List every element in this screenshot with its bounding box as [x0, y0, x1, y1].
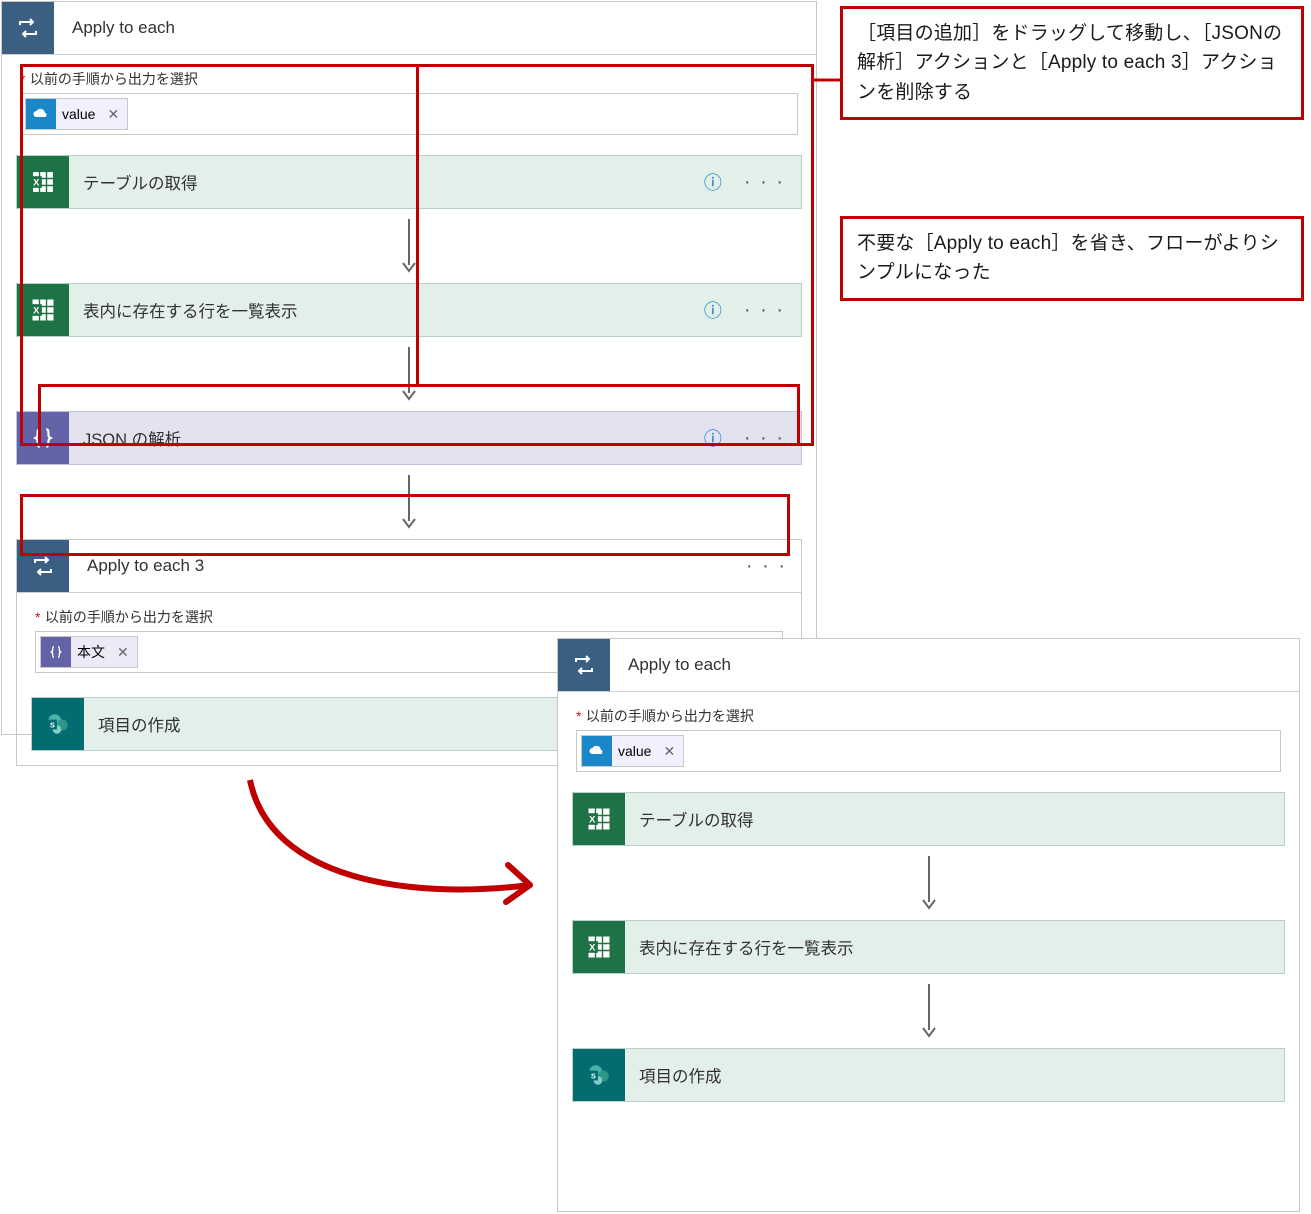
token-text: value [62, 106, 95, 122]
scope-title: Apply to each 3 [69, 556, 204, 576]
scope-body: * 以前の手順から出力を選択 value ✕ [2, 55, 816, 149]
connector-arrow [558, 854, 1299, 912]
action-get-tables[interactable]: X テーブルの取得 [572, 792, 1285, 846]
action-title: 項目の作成 [84, 712, 181, 736]
connector-arrow [558, 982, 1299, 1040]
excel-icon: X [573, 921, 625, 973]
help-icon[interactable]: ⓘ [704, 169, 722, 195]
action-list-rows[interactable]: X 表内に存在する行を一覧表示 [572, 920, 1285, 974]
connector-arrow [2, 473, 816, 531]
dynamic-token-value[interactable]: value ✕ [25, 98, 128, 130]
action-parse-json[interactable]: JSON の解析 ⓘ · · · [16, 411, 802, 465]
svg-text:X: X [33, 178, 40, 188]
output-select-input[interactable]: value ✕ [576, 730, 1281, 772]
sharepoint-icon: S [32, 698, 84, 750]
action-title: 項目の作成 [625, 1063, 722, 1087]
more-icon[interactable]: · · · [746, 555, 787, 578]
svg-text:S: S [50, 720, 55, 729]
more-icon[interactable]: · · · [744, 171, 785, 194]
action-list-rows[interactable]: X 表内に存在する行を一覧表示 ⓘ · · · [16, 283, 802, 337]
dynamic-token-value[interactable]: value ✕ [581, 735, 684, 767]
loop-icon [17, 540, 69, 592]
action-title: 表内に存在する行を一覧表示 [625, 935, 854, 959]
output-select-label: 以前の手順から出力を選択 [586, 708, 754, 724]
annotation-connector-line [812, 78, 842, 82]
connector-arrow [2, 217, 816, 275]
action-title: 表内に存在する行を一覧表示 [69, 298, 298, 322]
action-title: テーブルの取得 [69, 170, 198, 194]
required-asterisk: * [576, 708, 581, 724]
flow-panel-after: Apply to each * 以前の手順から出力を選択 value ✕ X テ… [557, 638, 1300, 1212]
output-select-label: 以前の手順から出力を選択 [45, 609, 213, 625]
close-icon[interactable]: ✕ [111, 644, 129, 661]
action-create-item[interactable]: S 項目の作成 [572, 1048, 1285, 1102]
help-icon[interactable]: ⓘ [704, 297, 722, 323]
output-select-label: 以前の手順から出力を選択 [30, 71, 198, 87]
transition-arrow-icon [230, 760, 560, 920]
excel-icon: X [17, 284, 69, 336]
more-icon[interactable]: · · · [744, 299, 785, 322]
scope-title: Apply to each [54, 18, 175, 38]
scope-header-apply-to-each-3[interactable]: Apply to each 3 · · · [17, 540, 801, 593]
svg-text:S: S [591, 1071, 596, 1080]
scope-title: Apply to each [610, 655, 731, 675]
token-text: 本文 [77, 642, 105, 662]
json-braces-icon [41, 637, 71, 667]
scope-header-apply-to-each[interactable]: Apply to each [2, 2, 816, 55]
close-icon[interactable]: ✕ [101, 106, 119, 123]
more-icon[interactable]: · · · [744, 427, 785, 450]
onedrive-icon [26, 99, 56, 129]
excel-icon: X [17, 156, 69, 208]
svg-text:X: X [589, 815, 596, 825]
json-braces-icon [17, 412, 69, 464]
svg-text:X: X [33, 306, 40, 316]
output-select-input[interactable]: value ✕ [20, 93, 798, 135]
annotation-divider-line [416, 64, 419, 384]
connector-arrow [2, 345, 816, 403]
help-icon[interactable]: ⓘ [704, 425, 722, 451]
loop-icon [2, 2, 54, 54]
dynamic-token-body[interactable]: 本文 ✕ [40, 636, 138, 668]
callout-instruction-2: 不要な［Apply to each］を省き、フローがよりシンプルになった [840, 216, 1304, 301]
flow-panel-before: Apply to each * 以前の手順から出力を選択 value ✕ X テ… [1, 1, 817, 735]
action-title: JSON の解析 [69, 426, 181, 450]
callout-instruction-1: ［項目の追加］をドラッグして移動し、［JSONの解析］アクションと［Apply … [840, 6, 1304, 120]
svg-text:X: X [589, 943, 596, 953]
onedrive-icon [582, 736, 612, 766]
action-get-tables[interactable]: X テーブルの取得 ⓘ · · · [16, 155, 802, 209]
token-text: value [618, 743, 651, 759]
close-icon[interactable]: ✕ [657, 743, 675, 760]
action-title: テーブルの取得 [625, 807, 754, 831]
excel-icon: X [573, 793, 625, 845]
required-asterisk: * [20, 71, 25, 87]
scope-header-apply-to-each[interactable]: Apply to each [558, 639, 1299, 692]
sharepoint-icon: S [573, 1049, 625, 1101]
loop-icon [558, 639, 610, 691]
required-asterisk: * [35, 609, 40, 625]
